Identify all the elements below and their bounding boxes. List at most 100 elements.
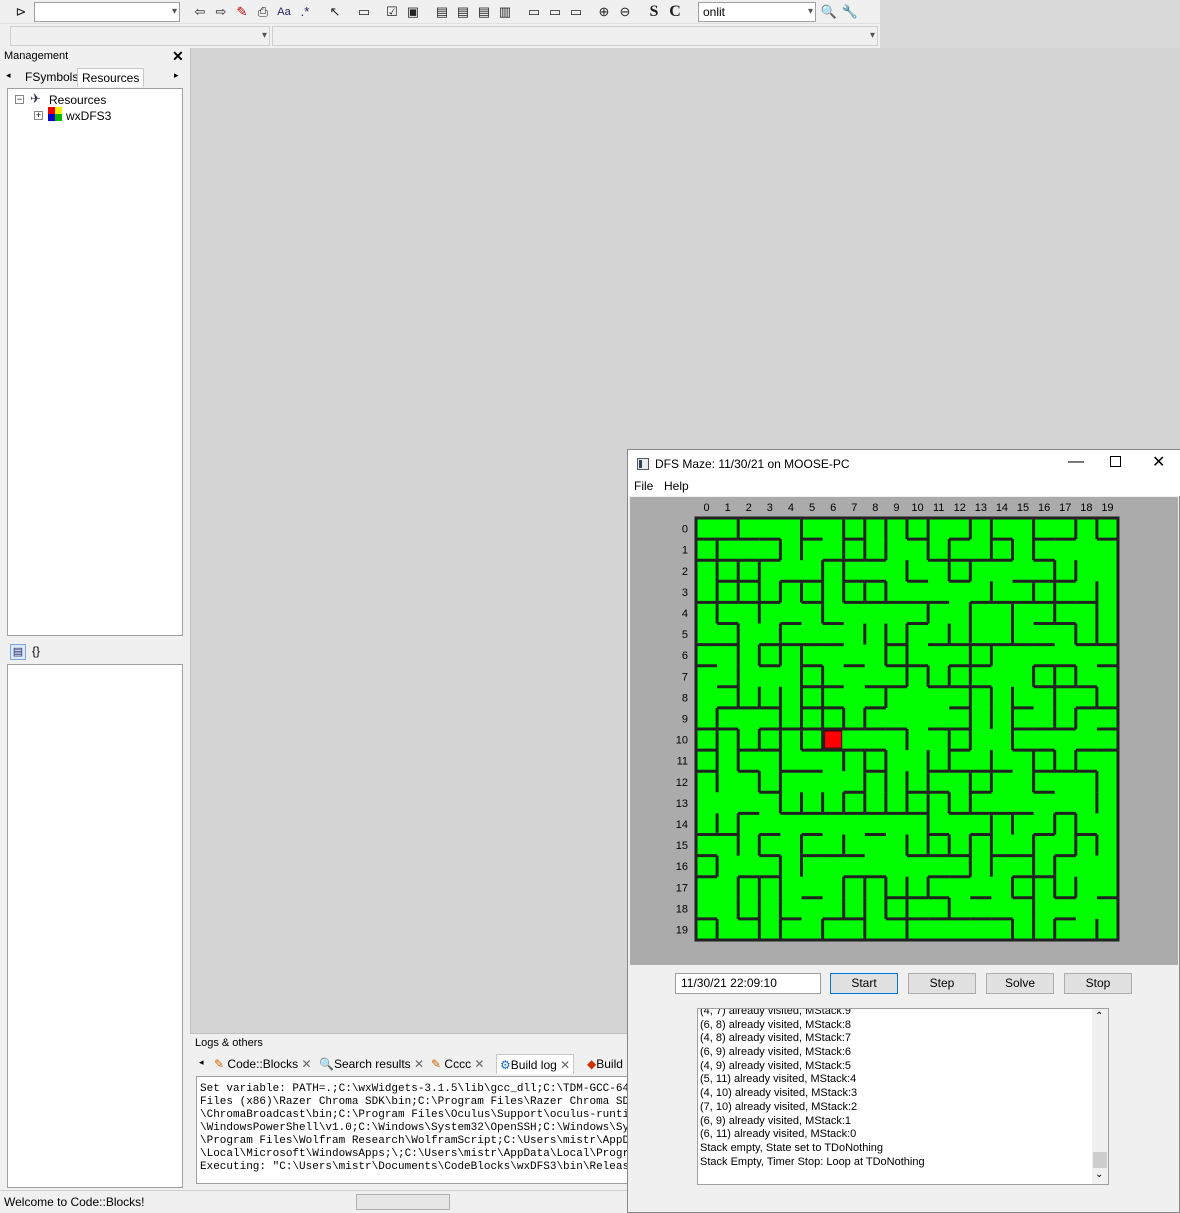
back-icon[interactable]: ⇦ <box>191 3 209 21</box>
maze-col-label: 16 <box>1038 502 1050 514</box>
search-icon: 🔍 <box>319 1057 334 1071</box>
maze-col-label: 7 <box>851 502 857 514</box>
tab-build-log[interactable]: ⚙Build log ✕ <box>496 1054 575 1074</box>
frame3-icon[interactable]: ▭ <box>567 3 585 21</box>
start-button[interactable]: Start <box>830 973 898 994</box>
maze-row-label: 1 <box>682 545 688 557</box>
regex-icon[interactable]: .* <box>296 3 314 21</box>
log-scrollbar[interactable]: ⌃ ⌄ <box>1092 1009 1108 1184</box>
pointer-icon[interactable]: ↖ <box>326 3 344 21</box>
tab-resources[interactable]: Resources <box>77 68 145 87</box>
list-view-icon[interactable]: ▤ <box>10 644 26 660</box>
c-icon[interactable]: C <box>666 3 684 21</box>
datetime-field[interactable]: 11/30/21 22:09:10 <box>675 973 821 994</box>
form-icon[interactable]: ▣ <box>404 3 422 21</box>
minimize-icon[interactable]: — <box>1068 453 1084 471</box>
stop-button[interactable]: Stop <box>1064 973 1132 994</box>
tab-search-results-label: Search results <box>333 1057 411 1071</box>
close-icon[interactable]: ✕ <box>172 48 184 65</box>
tab-codeblocks[interactable]: ✎ Code::Blocks ✕ <box>214 1054 312 1074</box>
panel4-icon[interactable]: ▥ <box>496 3 514 21</box>
log-line: Executing: "C:\Users\mistr\Documents\Cod… <box>200 1161 630 1173</box>
target-combo[interactable]: ▾ <box>34 2 180 22</box>
app-icon <box>637 458 649 470</box>
scroll-thumb[interactable] <box>1093 1152 1107 1168</box>
frame1-icon[interactable]: ▭ <box>525 3 543 21</box>
expand-icon[interactable]: + <box>34 111 43 120</box>
panel3-icon[interactable]: ▤ <box>475 3 493 21</box>
menu-help[interactable]: Help <box>664 479 689 493</box>
check-box-icon[interactable]: ☑ <box>383 3 401 21</box>
dfs-titlebar[interactable]: DFS Maze: 11/30/21 on MOOSE-PC — ✕ <box>628 450 1180 478</box>
zoom-out-icon[interactable]: ⊖ <box>616 3 634 21</box>
wrench-icon[interactable]: 🔧 <box>841 3 859 21</box>
collapse-icon[interactable]: − <box>15 95 24 104</box>
close-icon[interactable]: ✕ <box>301 1057 311 1071</box>
zoom-in-icon[interactable]: ⊕ <box>595 3 613 21</box>
scope-combo[interactable]: ▾ <box>10 26 270 46</box>
solve-button[interactable]: Solve <box>986 973 1054 994</box>
tab-cccc[interactable]: ✎ Cccc ✕ <box>431 1054 484 1074</box>
panel2-icon[interactable]: ▤ <box>454 3 472 21</box>
braces-icon[interactable]: {} <box>32 644 40 658</box>
build-icon: ◆ <box>587 1057 597 1071</box>
dfs-log-list[interactable]: (4, 7) already visited, MStack:9 (6, 8) … <box>697 1008 1109 1185</box>
play-icon[interactable]: ⊳ <box>12 3 30 21</box>
search-icon[interactable]: 🔍 <box>820 3 838 21</box>
close-icon[interactable]: ✕ <box>414 1057 424 1071</box>
management-title: Management <box>4 50 69 62</box>
main-toolbar: ⊳ ▾ ⇦ ⇨ ✎ ⎙ Aa .* ↖ ▭ ☑ ▣ ▤ ▤ ▤ ▥ ▭ ▭ ▭ … <box>0 0 880 24</box>
maze-col-label: 13 <box>975 502 987 514</box>
print-icon[interactable]: ⎙ <box>254 3 272 21</box>
tab-search-results[interactable]: 🔍Search results ✕ <box>319 1054 424 1074</box>
maze-row-label: 16 <box>676 861 688 873</box>
maze-row-label: 2 <box>682 566 688 578</box>
maze-row-label: 19 <box>676 924 688 936</box>
maze-col-label: 12 <box>954 502 966 514</box>
list-item: (7, 10) already visited, MStack:2 <box>700 1100 858 1113</box>
note-icon: ✎ <box>431 1057 442 1071</box>
close-icon[interactable]: ✕ <box>1152 452 1165 472</box>
scroll-up-icon[interactable]: ⌃ <box>1095 1011 1103 1022</box>
tab-build[interactable]: ◆Build <box>587 1054 623 1074</box>
step-button[interactable]: Step <box>908 973 976 994</box>
maze-row-label: 11 <box>677 756 688 768</box>
maze-col-label: 9 <box>893 502 899 514</box>
function-combo[interactable]: ▾ <box>272 26 878 46</box>
s-icon[interactable]: S <box>645 3 663 21</box>
maze-col-label: 10 <box>911 502 923 514</box>
maze-row-label: 17 <box>676 882 688 894</box>
maze-col-label: 19 <box>1101 502 1113 514</box>
frame2-icon[interactable]: ▭ <box>546 3 564 21</box>
chevron-down-icon: ▾ <box>261 30 267 41</box>
rect-icon[interactable]: ▭ <box>355 3 373 21</box>
menu-file[interactable]: File <box>634 479 653 493</box>
panel1-icon[interactable]: ▤ <box>433 3 451 21</box>
list-item: (6, 9) already visited, MStack:1 <box>700 1114 852 1127</box>
maze-panel: 0 1 2 3 4 5 6 7 8 9 10 11 12 13 14 15 16 17 18 19 0 1 2 3 4 5 6 7 8 9… <box>630 497 1178 965</box>
tab-scroll-left-icon[interactable]: ◂ <box>199 1057 204 1068</box>
tab-scroll-left-icon[interactable]: ◂ <box>6 70 11 81</box>
symbol-combo-value: onlit <box>703 5 726 19</box>
log-line: \WindowsPowerShell\v1.0;C:\Windows\Syste… <box>200 1122 630 1134</box>
maximize-icon[interactable] <box>1110 456 1121 467</box>
close-icon[interactable]: ✕ <box>560 1058 570 1072</box>
tab-build-label: Build <box>596 1057 623 1071</box>
tab-fsymbols[interactable]: FSymbols <box>21 68 82 87</box>
tab-scroll-right-icon[interactable]: ▸ <box>174 70 179 81</box>
text-icon[interactable]: Aa <box>275 3 293 21</box>
maze-row-label: 13 <box>676 798 688 810</box>
scroll-down-icon[interactable]: ⌄ <box>1095 1169 1103 1180</box>
note-icon: ✎ <box>214 1057 225 1071</box>
maze-col-label: 3 <box>767 502 773 514</box>
tree-item-resources[interactable]: Resources <box>49 93 106 107</box>
close-icon[interactable]: ✕ <box>474 1057 484 1071</box>
forward-icon[interactable]: ⇨ <box>212 3 230 21</box>
tree-item-wxdfs3[interactable]: wxDFS3 <box>66 109 111 123</box>
maze-row-label: 3 <box>682 587 688 599</box>
symbol-combo[interactable]: onlit ▾ <box>698 2 816 22</box>
tab-cccc-label: Cccc <box>444 1057 472 1071</box>
highlight-icon[interactable]: ✎ <box>233 3 251 21</box>
log-line: Files (x86)\Razer Chroma SDK\bin;C:\Prog… <box>200 1096 630 1108</box>
list-item: (6, 11) already visited, MStack:0 <box>700 1128 857 1141</box>
